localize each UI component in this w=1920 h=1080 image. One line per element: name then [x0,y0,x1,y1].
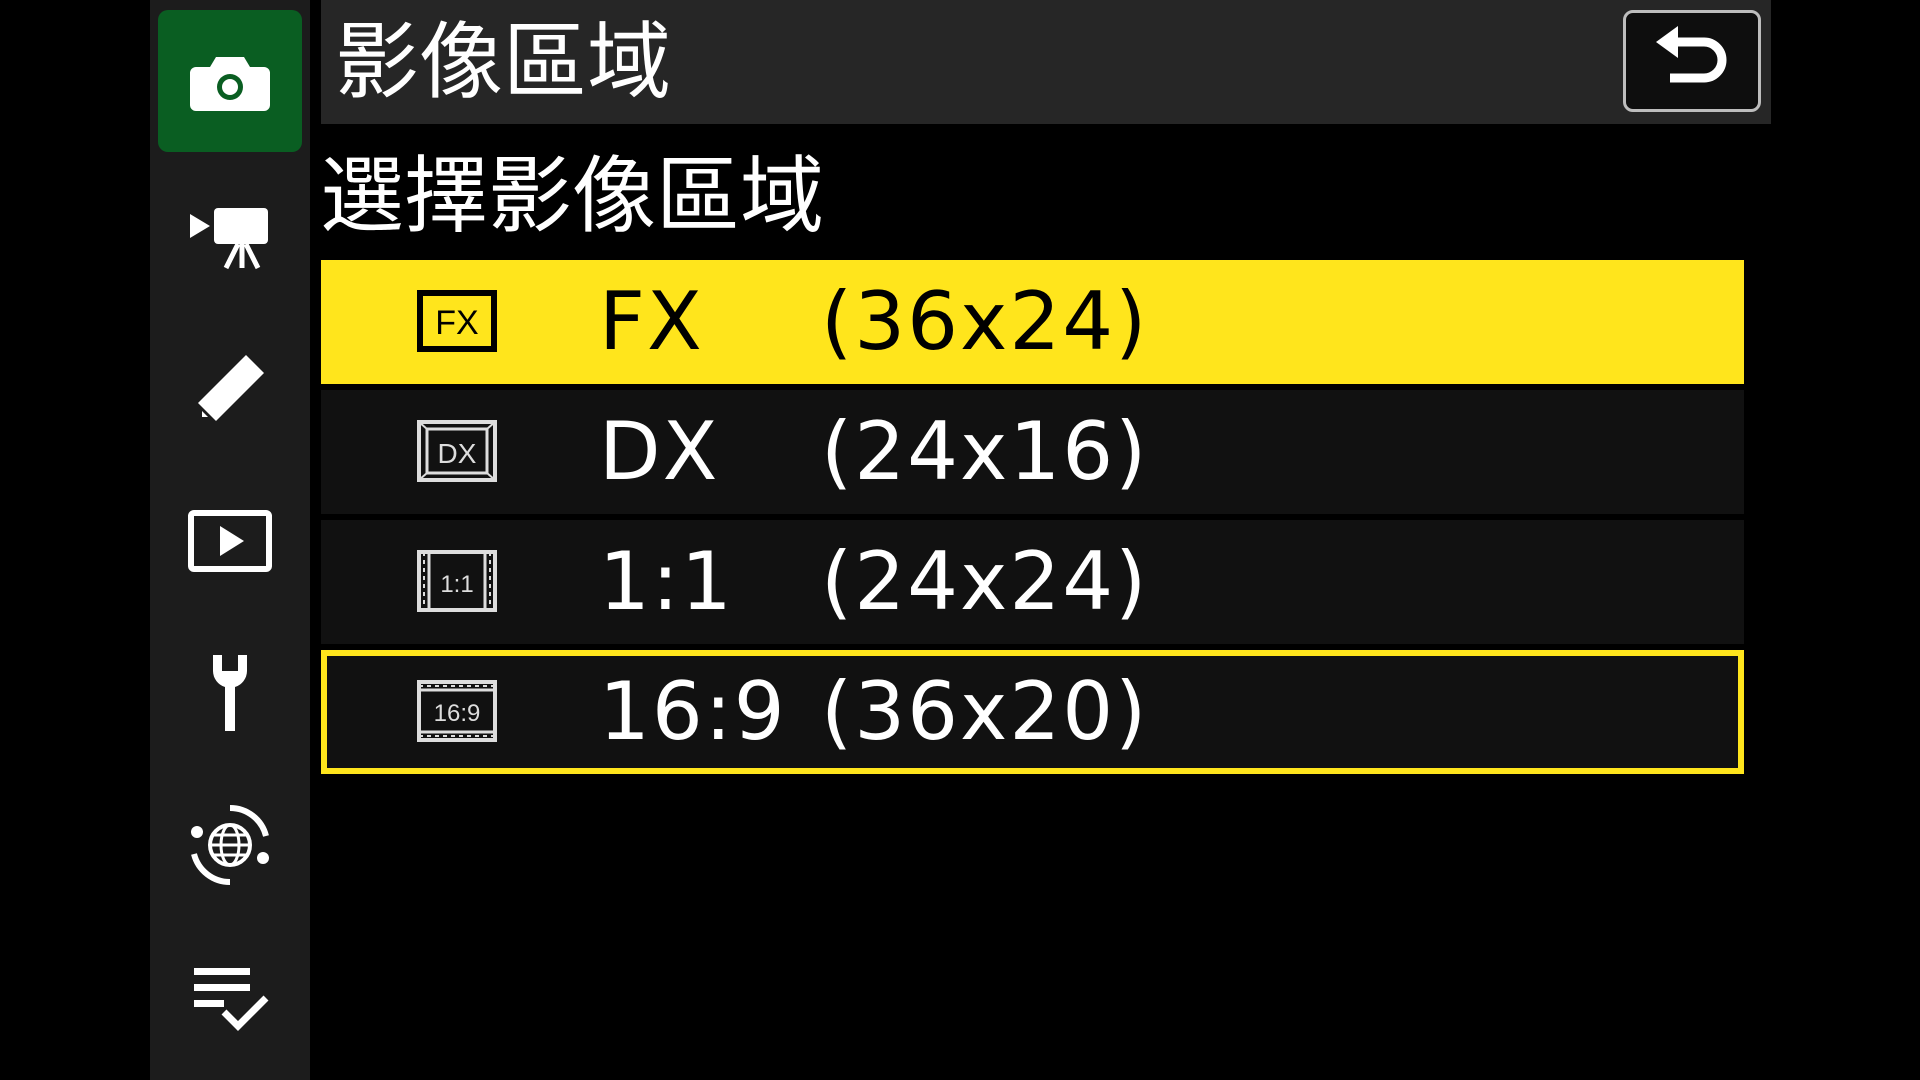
wrench-icon [213,655,247,731]
tab-movie-shooting[interactable] [158,166,302,308]
camera-icon [190,57,270,111]
dx-badge-icon: DX [417,420,497,482]
svg-text:FX: FX [435,304,478,342]
menu-prompt: 選擇影像區域 [320,147,825,245]
tab-network[interactable] [158,774,302,916]
tab-setup[interactable] [158,622,302,764]
svg-text:1:1: 1:1 [440,571,473,598]
svg-text:DX: DX [438,438,477,469]
option-dx[interactable]: DX DX (24x16) [321,390,1744,514]
camera-menu-screen: 影像區域 選擇影像區域 FX FX (36x24) DX DX (24x16) … [0,0,1920,1080]
option-size: (24x16) [821,405,1149,498]
playback-icon [188,510,272,572]
image-area-options: FX FX (36x24) DX DX (24x16) 1:1 1:1 (24x… [321,260,1744,780]
movie-camera-icon [190,208,268,270]
menu-tab-rail [150,0,310,1080]
option-size: (36x24) [821,275,1149,368]
option-name: 1:1 [599,535,734,628]
option-name: DX [599,405,720,498]
tab-playback[interactable] [158,470,302,612]
option-name: 16:9 [599,665,787,758]
return-icon [1656,26,1727,83]
option-name: FX [599,275,704,368]
tab-photo-shooting[interactable] [158,10,302,152]
option-16-9[interactable]: 16:9 16:9 (36x20) [321,650,1744,774]
widescreen-badge-icon: 16:9 [417,680,497,742]
option-size: (36x20) [821,665,1149,758]
tab-my-menu[interactable] [158,926,302,1068]
option-1-1[interactable]: 1:1 1:1 (24x24) [321,520,1744,644]
menu-header: 影像區域 [321,0,1771,124]
tab-custom-settings[interactable] [158,318,302,460]
fx-badge-icon: FX [417,290,497,352]
pencil-icon [198,355,264,421]
option-size: (24x24) [821,535,1149,628]
back-button[interactable] [1623,10,1761,112]
square-crop-badge-icon: 1:1 [417,550,497,612]
svg-text:16:9: 16:9 [434,700,481,727]
network-globe-icon [191,804,269,886]
option-fx[interactable]: FX FX (36x24) [321,260,1744,384]
my-menu-checklist-icon [194,968,269,1031]
page-title: 影像區域 [335,13,672,111]
